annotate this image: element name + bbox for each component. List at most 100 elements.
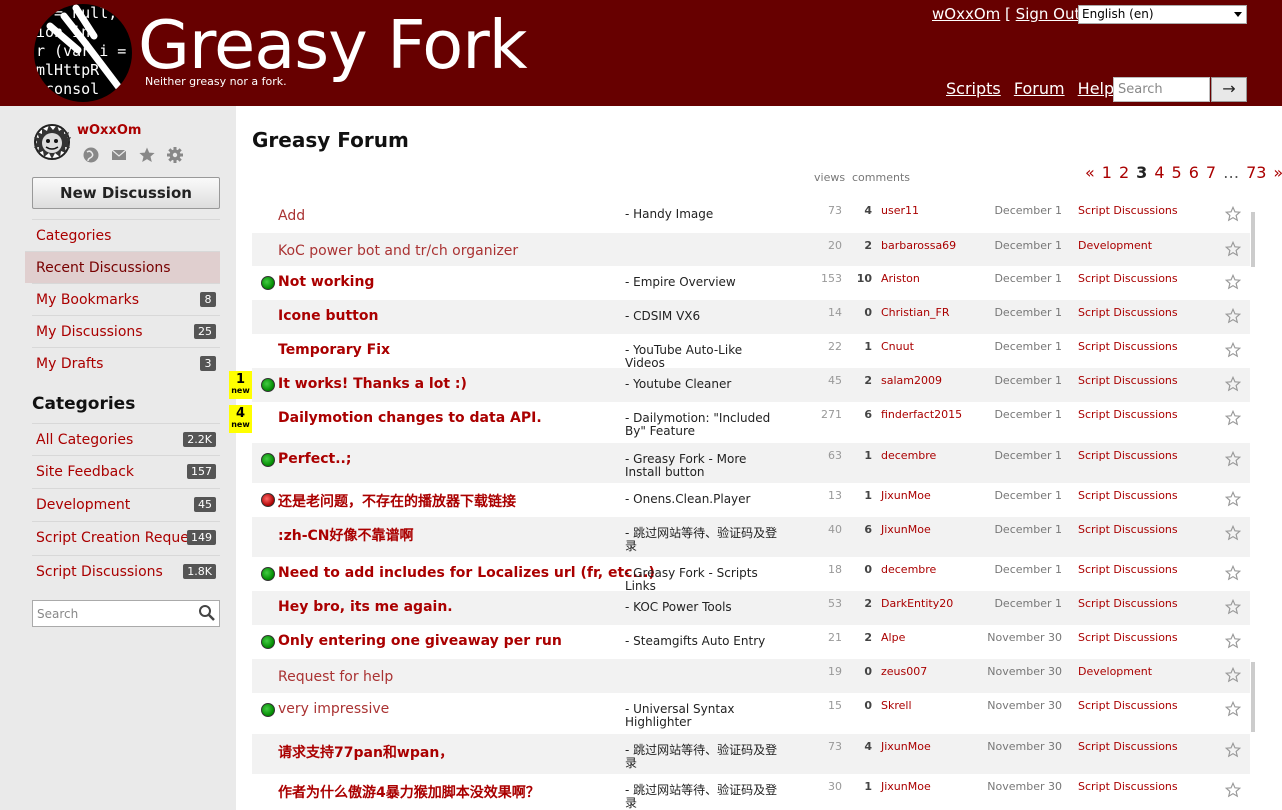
discussion-row[interactable]: 请求支持77pan和wpan， - 跳过网站等待、验证码及登录 73 4 JixunMo… (252, 734, 1250, 774)
discussion-script[interactable]: - KOC Power Tools (625, 601, 785, 614)
discussion-author[interactable]: JixunMoe (881, 780, 931, 793)
discussion-script[interactable]: - Dailymotion: "Included By" Feature (625, 412, 785, 438)
star-icon[interactable] (1224, 273, 1242, 290)
discussion-author[interactable]: JixunMoe (881, 740, 931, 753)
discussion-category[interactable]: Script Discussions (1078, 306, 1178, 319)
pager-page[interactable]: 4 (1154, 163, 1164, 182)
discussion-script[interactable]: - 跳过网站等待、验证码及登录 (625, 784, 785, 810)
discussion-category[interactable]: Script Discussions (1078, 631, 1178, 644)
discussion-script[interactable]: - Onens.Clean.Player (625, 493, 785, 506)
pager-page[interactable]: 1 (1102, 163, 1112, 182)
discussion-title[interactable]: Need to add includes for Localizes url (… (278, 565, 655, 581)
discussion-author[interactable]: finderfact2015 (881, 408, 962, 421)
star-icon[interactable] (1224, 666, 1242, 683)
discussion-row[interactable]: Dailymotion changes to data API. - Dailym… (252, 402, 1250, 443)
pager-page[interactable]: 5 (1172, 163, 1182, 182)
discussion-script[interactable]: - 跳过网站等待、验证码及登录 (625, 527, 785, 553)
discussion-script[interactable]: - Greasy Fork - Scripts Links (625, 567, 785, 593)
star-icon[interactable] (1224, 240, 1242, 257)
pager-page[interactable]: 7 (1206, 163, 1216, 182)
discussion-title[interactable]: very impressive (278, 701, 389, 717)
envelope-icon[interactable] (110, 146, 128, 164)
star-icon[interactable] (1224, 598, 1242, 615)
discussion-row[interactable]: KoC power bot and tr/ch organizer 20 2 barb… (252, 233, 1250, 266)
discussion-category[interactable]: Script Discussions (1078, 699, 1178, 712)
category-item-all[interactable]: All Categories 2.2K (32, 423, 220, 455)
discussion-script[interactable]: - Empire Overview (625, 276, 785, 289)
site-logo[interactable]: e = null,ion inr (var i = 0mlHttpReconso… (34, 4, 132, 102)
sidebar-search-input[interactable]: Search (32, 600, 220, 627)
discussion-script[interactable]: - Handy Image (625, 208, 785, 221)
discussion-row[interactable]: 还是老问题，不存在的播放器下载链接 - Onens.Clean.Player 13 1… (252, 483, 1250, 517)
discussion-row[interactable]: Request for help 19 0 zeus007 November 30 Dev… (252, 659, 1250, 693)
sidebar-item-my-discussions[interactable]: My Discussions 25 (32, 315, 220, 347)
discussion-author[interactable]: salam2009 (881, 374, 942, 387)
star-icon[interactable] (1224, 375, 1242, 392)
discussion-title[interactable]: Dailymotion changes to data API. (278, 410, 542, 426)
avatar[interactable] (33, 123, 71, 161)
star-icon[interactable] (1224, 741, 1242, 758)
discussion-row[interactable]: very impressive - Universal Syntax Highli… (252, 693, 1250, 734)
user-profile-link[interactable]: wOxxOm (932, 5, 1000, 23)
sidebar-item-my-bookmarks[interactable]: My Bookmarks 8 (32, 283, 220, 315)
discussion-title[interactable]: 请求支持77pan和wpan， (278, 742, 453, 762)
search-icon[interactable] (198, 604, 216, 622)
header-search-button[interactable]: → (1211, 77, 1247, 102)
sidebar-username[interactable]: wOxxOm (77, 123, 141, 138)
discussion-title[interactable]: Only entering one giveaway per run (278, 633, 562, 649)
discussion-category[interactable]: Script Discussions (1078, 780, 1178, 793)
star-icon[interactable] (1224, 307, 1242, 324)
sign-out-link[interactable]: Sign Out (1016, 5, 1081, 23)
discussion-title[interactable]: Not working (278, 274, 374, 290)
discussion-category[interactable]: Development (1078, 239, 1152, 252)
discussion-row[interactable]: :zh-CN好像不靠谱啊 - 跳过网站等待、验证码及登录 40 6 JixunMoe De… (252, 517, 1250, 557)
sidebar-item-my-drafts[interactable]: My Drafts 3 (32, 347, 220, 379)
discussion-row[interactable]: It works! Thanks a lot :) - Youtube Clean… (252, 368, 1250, 402)
pager-prev[interactable]: « (1085, 163, 1095, 182)
discussion-row[interactable]: Perfect..; - Greasy Fork - More Install b… (252, 443, 1250, 483)
discussion-title[interactable]: Request for help (278, 669, 393, 685)
category-item-script-discussions[interactable]: Script Discussions 1.8K (32, 555, 220, 587)
discussion-script[interactable]: - Universal Syntax Highlighter (625, 703, 785, 729)
discussion-script[interactable]: - YouTube Auto-Like Videos (625, 344, 785, 370)
discussion-category[interactable]: Script Discussions (1078, 340, 1178, 353)
star-icon[interactable] (1224, 341, 1242, 358)
star-icon[interactable] (1224, 564, 1242, 581)
pager-page[interactable]: 2 (1119, 163, 1129, 182)
discussion-author[interactable]: barbarossa69 (881, 239, 956, 252)
pager-last-page[interactable]: 73 (1246, 163, 1266, 182)
discussion-author[interactable]: decembre (881, 563, 936, 576)
discussion-script[interactable]: - 跳过网站等待、验证码及登录 (625, 744, 785, 770)
discussion-category[interactable]: Script Discussions (1078, 563, 1178, 576)
discussion-row[interactable]: 作者为什么傲游4暴力猴加脚本没效果啊？ - 跳过网站等待、验证码及登录 30 1 Jix… (252, 774, 1250, 810)
discussion-category[interactable]: Script Discussions (1078, 523, 1178, 536)
sidebar-item-categories[interactable]: Categories (32, 219, 220, 251)
discussion-script[interactable]: - Youtube Cleaner (625, 378, 785, 391)
discussion-title[interactable]: Hey bro, its me again. (278, 599, 453, 615)
nav-help[interactable]: Help (1078, 79, 1114, 98)
discussion-author[interactable]: Ariston (881, 272, 920, 285)
discussion-row[interactable]: Need to add includes for Localizes url (… (252, 557, 1250, 593)
discussion-script[interactable]: - Greasy Fork - More Install button (625, 453, 785, 479)
star-icon[interactable] (1224, 781, 1242, 798)
discussion-author[interactable]: Cnuut (881, 340, 914, 353)
star-icon[interactable] (1224, 632, 1242, 649)
discussion-row[interactable]: Not working - Empire Overview 153 10 Ariston… (252, 266, 1250, 300)
star-icon[interactable] (1224, 700, 1242, 717)
language-select[interactable]: English (en) (1078, 5, 1247, 24)
pager-next[interactable]: » (1273, 163, 1282, 182)
discussion-title[interactable]: KoC power bot and tr/ch organizer (278, 243, 518, 259)
discussion-row[interactable]: Icone button - CDSIM VX6 14 0 Christian_FR De… (252, 300, 1250, 334)
category-item-site-feedback[interactable]: Site Feedback 157 (32, 455, 220, 487)
star-icon[interactable] (138, 146, 156, 164)
discussion-title[interactable]: It works! Thanks a lot :) (278, 376, 467, 392)
discussion-category[interactable]: Script Discussions (1078, 272, 1178, 285)
star-icon[interactable] (1224, 490, 1242, 507)
discussion-title[interactable]: Perfect..; (278, 451, 351, 467)
nav-scripts[interactable]: Scripts (946, 79, 1001, 98)
star-icon[interactable] (1224, 450, 1242, 467)
discussion-title[interactable]: :zh-CN好像不靠谱啊 (278, 525, 414, 545)
discussion-author[interactable]: JixunMoe (881, 489, 931, 502)
category-item-development[interactable]: Development 45 (32, 488, 220, 520)
discussion-row[interactable]: Only entering one giveaway per run - Stea… (252, 625, 1250, 659)
